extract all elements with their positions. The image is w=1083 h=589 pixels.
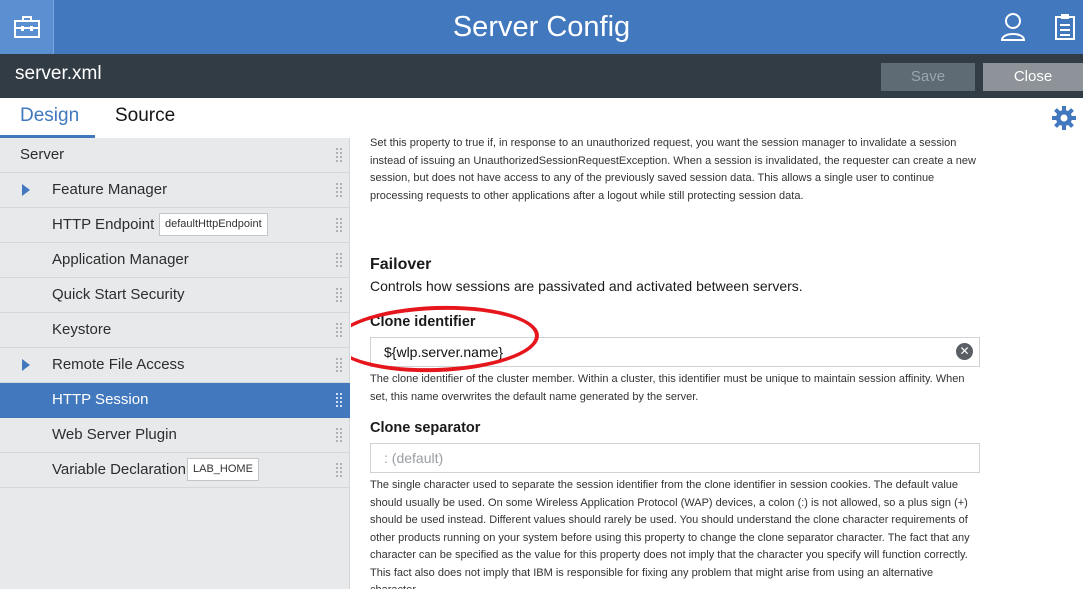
gear-icon bbox=[1052, 106, 1076, 130]
sidebar-item-label: Feature Manager bbox=[52, 181, 168, 198]
drag-handle-icon[interactable] bbox=[335, 147, 343, 165]
drag-handle-icon[interactable] bbox=[335, 322, 343, 340]
sidebar-item-label: HTTP Endpoint bbox=[52, 216, 155, 233]
sidebar-item-keystore[interactable]: Keystore bbox=[0, 313, 350, 348]
sidebar-item-label: Keystore bbox=[52, 321, 112, 338]
sidebar-item-web-server-plugin[interactable]: Web Server Plugin bbox=[0, 418, 350, 453]
drag-handle-icon[interactable] bbox=[335, 217, 343, 235]
sidebar-item-label: Web Server Plugin bbox=[52, 426, 177, 443]
sidebar-item-server[interactable]: Server bbox=[0, 138, 350, 173]
sidebar-item-id-chip: LAB_HOME bbox=[187, 458, 259, 481]
sidebar-item-label: Variable Declaration bbox=[52, 461, 186, 478]
sidebar-item-id-chip: defaultHttpEndpoint bbox=[159, 213, 268, 236]
drag-handle-icon[interactable] bbox=[335, 427, 343, 445]
drag-handle-icon[interactable] bbox=[335, 287, 343, 305]
sidebar-item-variable-declaration[interactable]: Variable Declaration LAB_HOME bbox=[0, 453, 350, 488]
clone-identifier-help: The clone identifier of the cluster memb… bbox=[370, 373, 965, 403]
clone-identifier-label: Clone identifier bbox=[370, 314, 476, 330]
sidebar-item-label: Remote File Access bbox=[52, 356, 185, 373]
drag-handle-icon[interactable] bbox=[335, 392, 343, 410]
user-button[interactable] bbox=[996, 10, 1030, 44]
sidebar-item-application-manager[interactable]: Application Manager bbox=[0, 243, 350, 278]
editor-tabs: Design Source bbox=[0, 98, 1083, 138]
toolbox-icon bbox=[13, 16, 40, 38]
drag-handle-icon[interactable] bbox=[335, 357, 343, 375]
sidebar-tree: Server Feature Manager HTTP Endpoint def… bbox=[0, 138, 350, 589]
sidebar-item-http-endpoint[interactable]: HTTP Endpoint defaultHttpEndpoint bbox=[0, 208, 350, 243]
clipboard-icon bbox=[1055, 14, 1075, 40]
content-scrollbar[interactable] bbox=[1076, 138, 1083, 589]
expand-arrow-icon[interactable] bbox=[22, 359, 30, 371]
sidebar-item-label: Application Manager bbox=[52, 251, 189, 268]
property-editor: Set this property to true if, in respons… bbox=[351, 138, 1083, 589]
sidebar-item-label: Server bbox=[20, 146, 65, 163]
section-title-failover: Failover bbox=[370, 256, 432, 273]
app-title: Server Config bbox=[452, 11, 631, 43]
clone-identifier-input[interactable] bbox=[370, 337, 980, 367]
sidebar-item-feature-manager[interactable]: Feature Manager bbox=[0, 173, 350, 208]
clone-separator-help: The single character used to separate th… bbox=[370, 479, 970, 589]
save-button[interactable]: Save bbox=[881, 63, 975, 91]
sidebar-item-quick-start-security[interactable]: Quick Start Security bbox=[0, 278, 350, 313]
tab-design[interactable]: Design bbox=[0, 98, 95, 138]
clipboard-button[interactable] bbox=[1050, 10, 1080, 44]
sidebar-item-http-session[interactable]: HTTP Session bbox=[0, 383, 350, 418]
tab-source[interactable]: Source bbox=[95, 98, 190, 138]
file-bar: server.xml Save Close bbox=[0, 54, 1083, 98]
app-header: Server Config bbox=[0, 0, 1083, 54]
user-icon bbox=[1000, 13, 1026, 41]
toolbox-button[interactable] bbox=[0, 0, 54, 54]
sidebar-item-remote-file-access[interactable]: Remote File Access bbox=[0, 348, 350, 383]
clone-separator-label: Clone separator bbox=[370, 420, 481, 436]
close-button[interactable]: Close bbox=[983, 63, 1083, 91]
sidebar-item-label: Quick Start Security bbox=[52, 286, 185, 303]
section-description: Controls how sessions are passivated and… bbox=[370, 278, 803, 294]
drag-handle-icon[interactable] bbox=[335, 462, 343, 480]
expand-arrow-icon[interactable] bbox=[22, 184, 30, 196]
drag-handle-icon[interactable] bbox=[335, 182, 343, 200]
settings-button[interactable] bbox=[1051, 105, 1077, 131]
clone-separator-input[interactable] bbox=[370, 443, 980, 473]
sidebar-item-label: HTTP Session bbox=[52, 391, 149, 408]
property-description: Set this property to true if, in respons… bbox=[370, 138, 976, 202]
clear-icon[interactable]: ✕ bbox=[956, 343, 973, 360]
file-name: server.xml bbox=[15, 63, 102, 84]
drag-handle-icon[interactable] bbox=[335, 252, 343, 270]
